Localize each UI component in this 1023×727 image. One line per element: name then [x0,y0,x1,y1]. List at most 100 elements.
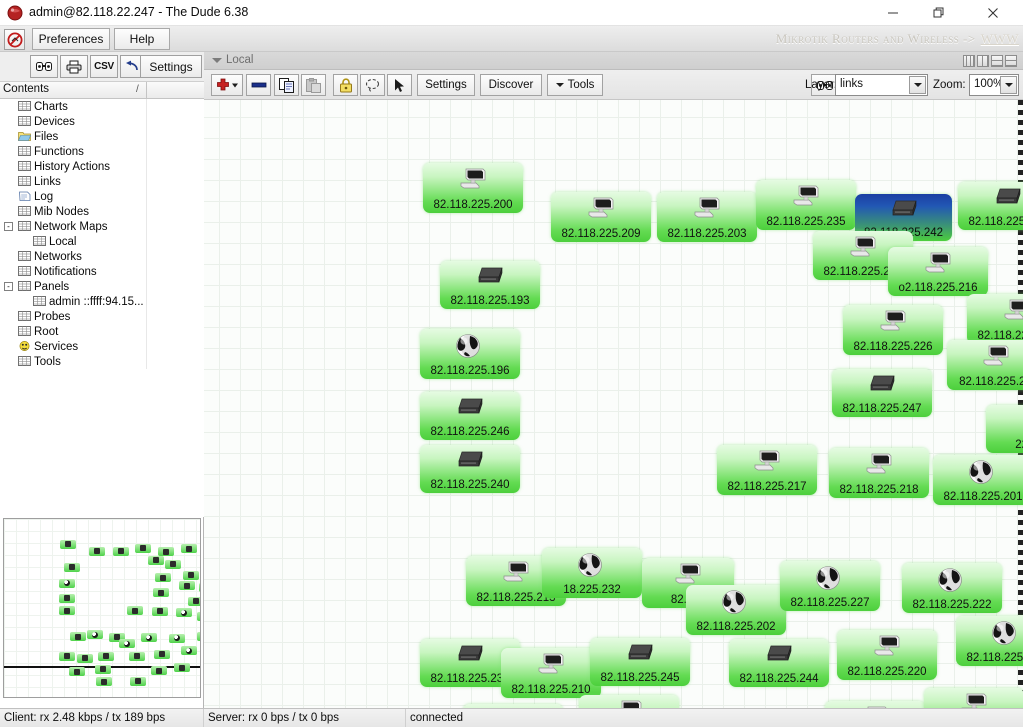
layer-select[interactable]: links [835,74,928,96]
map-node[interactable]: 82.118.225.227 [780,561,880,611]
tree-item-log[interactable]: Log [0,189,204,204]
map-node[interactable]: 82.118.225.245 [590,638,690,686]
map-node[interactable]: 82.118.225.215 [956,616,1023,666]
map-node[interactable]: o2.118.225.216 [888,247,988,296]
settings-button[interactable]: Settings [140,55,202,78]
lock-icon[interactable] [333,74,358,96]
csv-export-button[interactable]: CSV [90,55,118,78]
tree-item-probes[interactable]: Probes [0,309,204,324]
minimap-node [88,546,105,556]
node-pc-icon [860,705,890,708]
status-client: Client: rx 2.48 kbps / tx 189 bps [4,712,166,724]
tree-item-functions[interactable]: Functions [0,144,204,159]
tree-expander[interactable]: - [4,222,13,231]
node-label: 82.118.225.22 [959,376,1023,388]
tree-item-notifications[interactable]: Notifications [0,264,204,279]
tree-column-line [146,294,147,309]
maximize-button[interactable] [916,0,962,26]
map-node[interactable]: 82.118.225.220 [837,630,937,680]
minimap-node [68,667,85,677]
map-settings-button[interactable]: Settings [417,74,475,96]
tree-item-charts[interactable]: Charts [0,99,204,114]
map-node[interactable]: 82.118.225.22 [947,340,1023,390]
chevron-down-icon[interactable] [212,58,222,63]
map-node[interactable]: 82.118.225.217 [717,445,817,495]
map-node[interactable]: 82.118.225.209 [551,192,651,242]
map-node[interactable]: 82.118.225.240 [420,445,520,493]
tree-item-mib-nodes[interactable]: Mib Nodes [0,204,204,219]
map-node[interactable]: 82.118.225.210 [501,648,601,698]
add-icon[interactable] [211,74,243,96]
tree-item-network-maps[interactable]: - Network Maps [0,219,204,234]
tree-item-files[interactable]: Files [0,129,204,144]
map-node[interactable]: 82.118.225.202 [686,585,786,635]
tree-item-root[interactable]: Root [0,324,204,339]
tree-item-label: Services [34,340,79,353]
pointer-icon[interactable] [387,74,412,96]
tree-item-tools[interactable]: Tools [0,354,204,369]
node-pc-icon [586,196,616,220]
map-node[interactable]: 82.118.225.204 [825,701,925,708]
map-node[interactable]: 82.118.225.212 [924,688,1023,708]
map-node[interactable]: 82.118.225.200 [423,163,523,213]
zoom-select-value: 100% [974,78,1004,90]
minimap-node [129,676,146,686]
pane-columns-button[interactable] [963,55,975,67]
map-node[interactable]: 82.118.225.244 [729,639,829,687]
map-node[interactable]: 225.238 [986,405,1023,453]
pane-two-columns-button[interactable] [977,55,989,67]
tree-item-history-actions[interactable]: History Actions [0,159,204,174]
map-node[interactable]: 82.118.225.222 [902,563,1002,613]
tree-item-networks[interactable]: Networks [0,249,204,264]
zoom-select[interactable]: 100% [969,74,1019,96]
map-node[interactable]: 18.225.232 [542,548,642,598]
map-node[interactable]: 82.118.225.226 [843,305,943,355]
pane-rows-button[interactable] [991,55,1003,67]
tree-item-panels[interactable]: - Panels [0,279,204,294]
close-button[interactable] [970,0,1016,26]
map-node[interactable]: 82.118.225.193 [440,261,540,309]
map-node[interactable]: 82.118.225.241 [967,294,1023,344]
contents-tree[interactable]: Charts Devices Files Functions History Actio… [0,99,204,517]
network-map-canvas[interactable]: 82.118.225.200 82.118.225.209 82.118.225.2… [204,100,1023,708]
map-node[interactable]: 82.118.225.247 [832,369,932,417]
tree-item-admin-ffff-94-15[interactable]: admin ::ffff:94.15... [0,294,204,309]
tree-expander[interactable]: - [4,282,13,291]
tree-item-links[interactable]: Links [0,174,204,189]
tree-item-services[interactable]: Services [0,339,204,354]
node-pc-icon [864,452,894,476]
brand-www-link[interactable]: WWW [981,31,1019,47]
find-icon[interactable] [30,55,58,78]
remove-icon[interactable] [246,74,271,96]
preferences-button[interactable]: Preferences [32,28,110,50]
map-node[interactable]: 82.118.225.206 [579,695,679,708]
map-tab-local[interactable]: Local [226,54,254,66]
map-node[interactable]: 82.118.225.230 [958,182,1023,230]
map-node[interactable]: 82.118.225.196 [420,329,520,379]
table-icon [18,100,31,113]
tree-item-local[interactable]: Local [0,234,204,249]
node-label: 82.118.225.202 [696,621,776,633]
chevron-down-icon[interactable] [1000,76,1017,94]
print-icon[interactable] [60,55,88,78]
help-button[interactable]: Help [114,28,170,50]
minimize-button[interactable] [870,0,916,26]
brand-text: Mikrotik Routers and Wireless -> [775,31,976,46]
discover-button[interactable]: Discover [480,74,542,96]
tree-item-devices[interactable]: Devices [0,114,204,129]
map-node[interactable]: 82.118.225.218 [829,448,929,498]
map-node[interactable]: 82.118.225.225 [463,704,563,708]
map-node[interactable]: 82.118.225.246 [420,392,520,440]
tools-button[interactable]: Tools [547,74,603,96]
pane-split-button[interactable] [1005,55,1017,67]
map-node[interactable]: 82.118.225.235 [756,180,856,230]
node-pc-icon [458,167,488,191]
chevron-down-icon[interactable] [909,76,926,94]
map-node[interactable]: 82.118.225.201 [933,455,1023,505]
map-node[interactable]: 82.118.225.203 [657,192,757,242]
minimap-overview[interactable] [3,518,201,698]
sort-indicator[interactable]: / [136,84,139,95]
copy-icon[interactable] [274,74,299,96]
lasso-icon[interactable] [360,74,385,96]
disconnect-icon[interactable] [4,29,25,50]
